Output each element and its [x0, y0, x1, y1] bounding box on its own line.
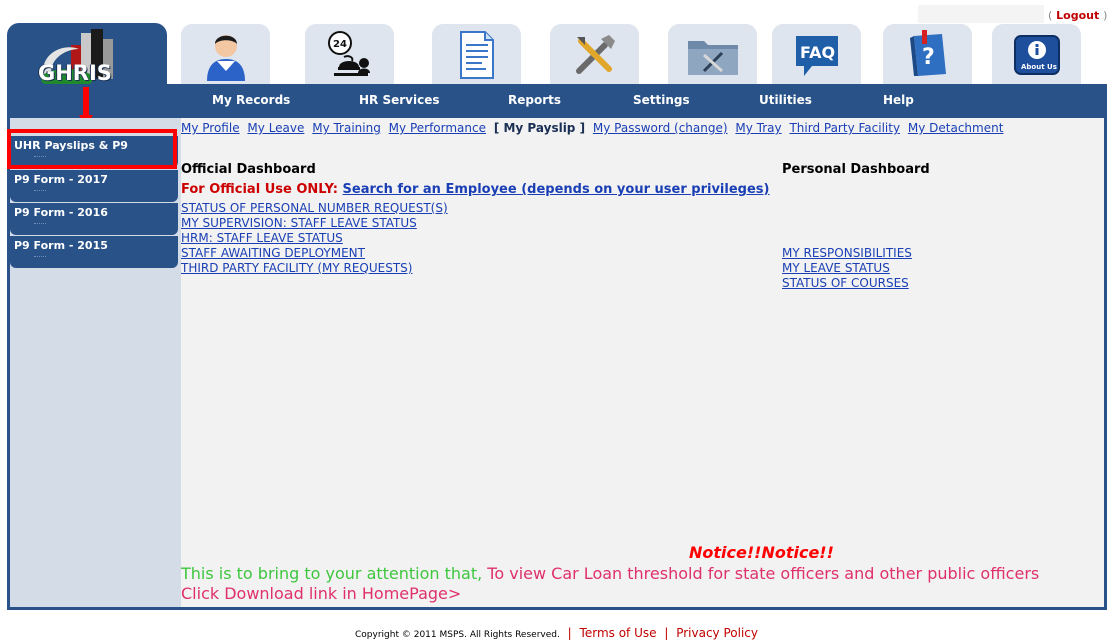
logout-wrapper: ( Logout ) [1048, 9, 1107, 22]
document-icon [459, 31, 494, 79]
link-supervision-leave-status[interactable]: MY SUPERVISION: STAFF LEAVE STATUS [181, 216, 448, 231]
footer-separator: | [567, 626, 572, 640]
link-status-of-courses[interactable]: STATUS OF COURSES [782, 276, 912, 291]
nav-settings[interactable]: Settings [633, 93, 690, 107]
nav-reports[interactable]: Reports [508, 93, 561, 107]
nav-help[interactable]: Help [883, 93, 914, 107]
toolbox-folder-icon [687, 41, 738, 75]
notice-title: Notice!!Notice!! [689, 543, 834, 562]
subnav-my-password[interactable]: My Password (change) [593, 121, 728, 135]
logout-link[interactable]: Logout [1056, 9, 1099, 22]
sidebar-item-label: P9 Form - 2016 [14, 206, 108, 219]
link-third-party-requests[interactable]: THIRD PARTY FACILITY (MY REQUESTS) [181, 261, 448, 276]
help-book-icon: ? [909, 30, 946, 76]
sidebar-item-dots [34, 156, 46, 158]
logo-text: GHRIS [38, 61, 112, 85]
utilities-tab[interactable] [668, 24, 757, 86]
official-links-list: STATUS OF PERSONAL NUMBER REQUEST(S) MY … [181, 201, 448, 276]
sidebar-item-dots [34, 256, 46, 258]
logout-open-paren: ( [1048, 9, 1053, 22]
main-nav-bar: My Records HR Services Reports Settings … [7, 84, 1107, 118]
faq-icon: FAQ [795, 36, 838, 76]
settings-tab[interactable] [550, 24, 639, 86]
sidebar-item-p9-2016[interactable]: P9 Form - 2016 [10, 203, 178, 235]
sidebar-item-dots [34, 223, 46, 225]
official-use-note: For Official Use ONLY: Search for an Emp… [181, 182, 769, 197]
footer-copyright: Copyright © 2011 MSPS. All Rights Reserv… [355, 630, 560, 640]
subnav-my-performance[interactable]: My Performance [389, 121, 486, 135]
logout-area: ( Logout ) [918, 5, 1108, 23]
about-us-tab[interactable]: About Us [992, 24, 1081, 86]
reports-tab[interactable] [432, 24, 521, 86]
notice-body: This is to bring to your attention that,… [181, 564, 1081, 604]
user-name-placeholder [918, 5, 1044, 23]
subnav-my-leave[interactable]: My Leave [247, 121, 304, 135]
link-staff-awaiting-deployment[interactable]: STAFF AWAITING DEPLOYMENT [181, 246, 448, 261]
subnav-current-my-payslip: [ My Payslip ] [493, 121, 586, 135]
faq-tab[interactable]: FAQ [772, 24, 861, 86]
sidebar-item-label: P9 Form - 2017 [14, 173, 108, 186]
link-my-responsibilities[interactable]: MY RESPONSIBILITIES [782, 246, 912, 261]
sidebar-item-dots [34, 190, 46, 192]
svg-text:24: 24 [333, 39, 347, 50]
nav-my-records[interactable]: My Records [212, 93, 290, 107]
subnav-my-tray[interactable]: My Tray [735, 121, 781, 135]
subnav-my-training[interactable]: My Training [312, 121, 381, 135]
subnav-third-party-facility[interactable]: Third Party Facility [789, 121, 900, 135]
tools-icon [575, 35, 615, 74]
footer-terms-link[interactable]: Terms of Use [580, 626, 657, 640]
search-employee-link[interactable]: Search for an Employee (depends on your … [343, 182, 770, 197]
sidebar-item-p9-2015[interactable]: P9 Form - 2015 [10, 236, 178, 268]
logout-close-paren: ) [1103, 9, 1108, 22]
footer: Copyright © 2011 MSPS. All Rights Reserv… [0, 626, 1113, 640]
subnav: My Profile My Leave My Training My Perfo… [181, 121, 1007, 135]
link-hrm-leave-status[interactable]: HRM: STAFF LEAVE STATUS [181, 231, 448, 246]
user-icon [206, 35, 245, 81]
official-use-label: For Official Use ONLY: [181, 182, 338, 197]
subnav-my-profile[interactable]: My Profile [181, 121, 240, 135]
sidebar-item-label: P9 Form - 2015 [14, 239, 108, 252]
hr-services-tab[interactable]: 24 [305, 24, 394, 86]
link-personal-number-request[interactable]: STATUS OF PERSONAL NUMBER REQUEST(S) [181, 201, 448, 216]
nav-utilities[interactable]: Utilities [759, 93, 812, 107]
footer-privacy-link[interactable]: Privacy Policy [676, 626, 758, 640]
24-hour-service-icon: 24 [327, 31, 370, 76]
subnav-my-detachment[interactable]: My Detachment [908, 121, 1004, 135]
link-my-leave-status[interactable]: MY LEAVE STATUS [782, 261, 912, 276]
sidebar-item-label: UHR Payslips & P9 [14, 139, 128, 152]
faq-icon-label: FAQ [800, 43, 835, 62]
sidebar-item-p9-2017[interactable]: P9 Form - 2017 [10, 170, 178, 202]
footer-separator: | [664, 626, 669, 640]
logo-tab[interactable]: GHRIS [7, 23, 167, 90]
sidebar-item-uhr-payslips[interactable]: UHR Payslips & P9 [10, 136, 178, 168]
official-dashboard-title: Official Dashboard [181, 162, 316, 177]
about-us-icon: About Us [1013, 35, 1060, 75]
my-records-tab[interactable] [181, 24, 270, 86]
help-tab[interactable]: ? [883, 24, 972, 86]
personal-dashboard-title: Personal Dashboard [782, 162, 930, 177]
notice-text-green: This is to bring to your attention that, [181, 564, 483, 583]
about-us-label: About Us [1021, 63, 1057, 71]
personal-links-list: MY RESPONSIBILITIES MY LEAVE STATUS STAT… [782, 246, 912, 291]
help-icon-label: ? [922, 45, 935, 70]
nav-hr-services[interactable]: HR Services [359, 93, 440, 107]
